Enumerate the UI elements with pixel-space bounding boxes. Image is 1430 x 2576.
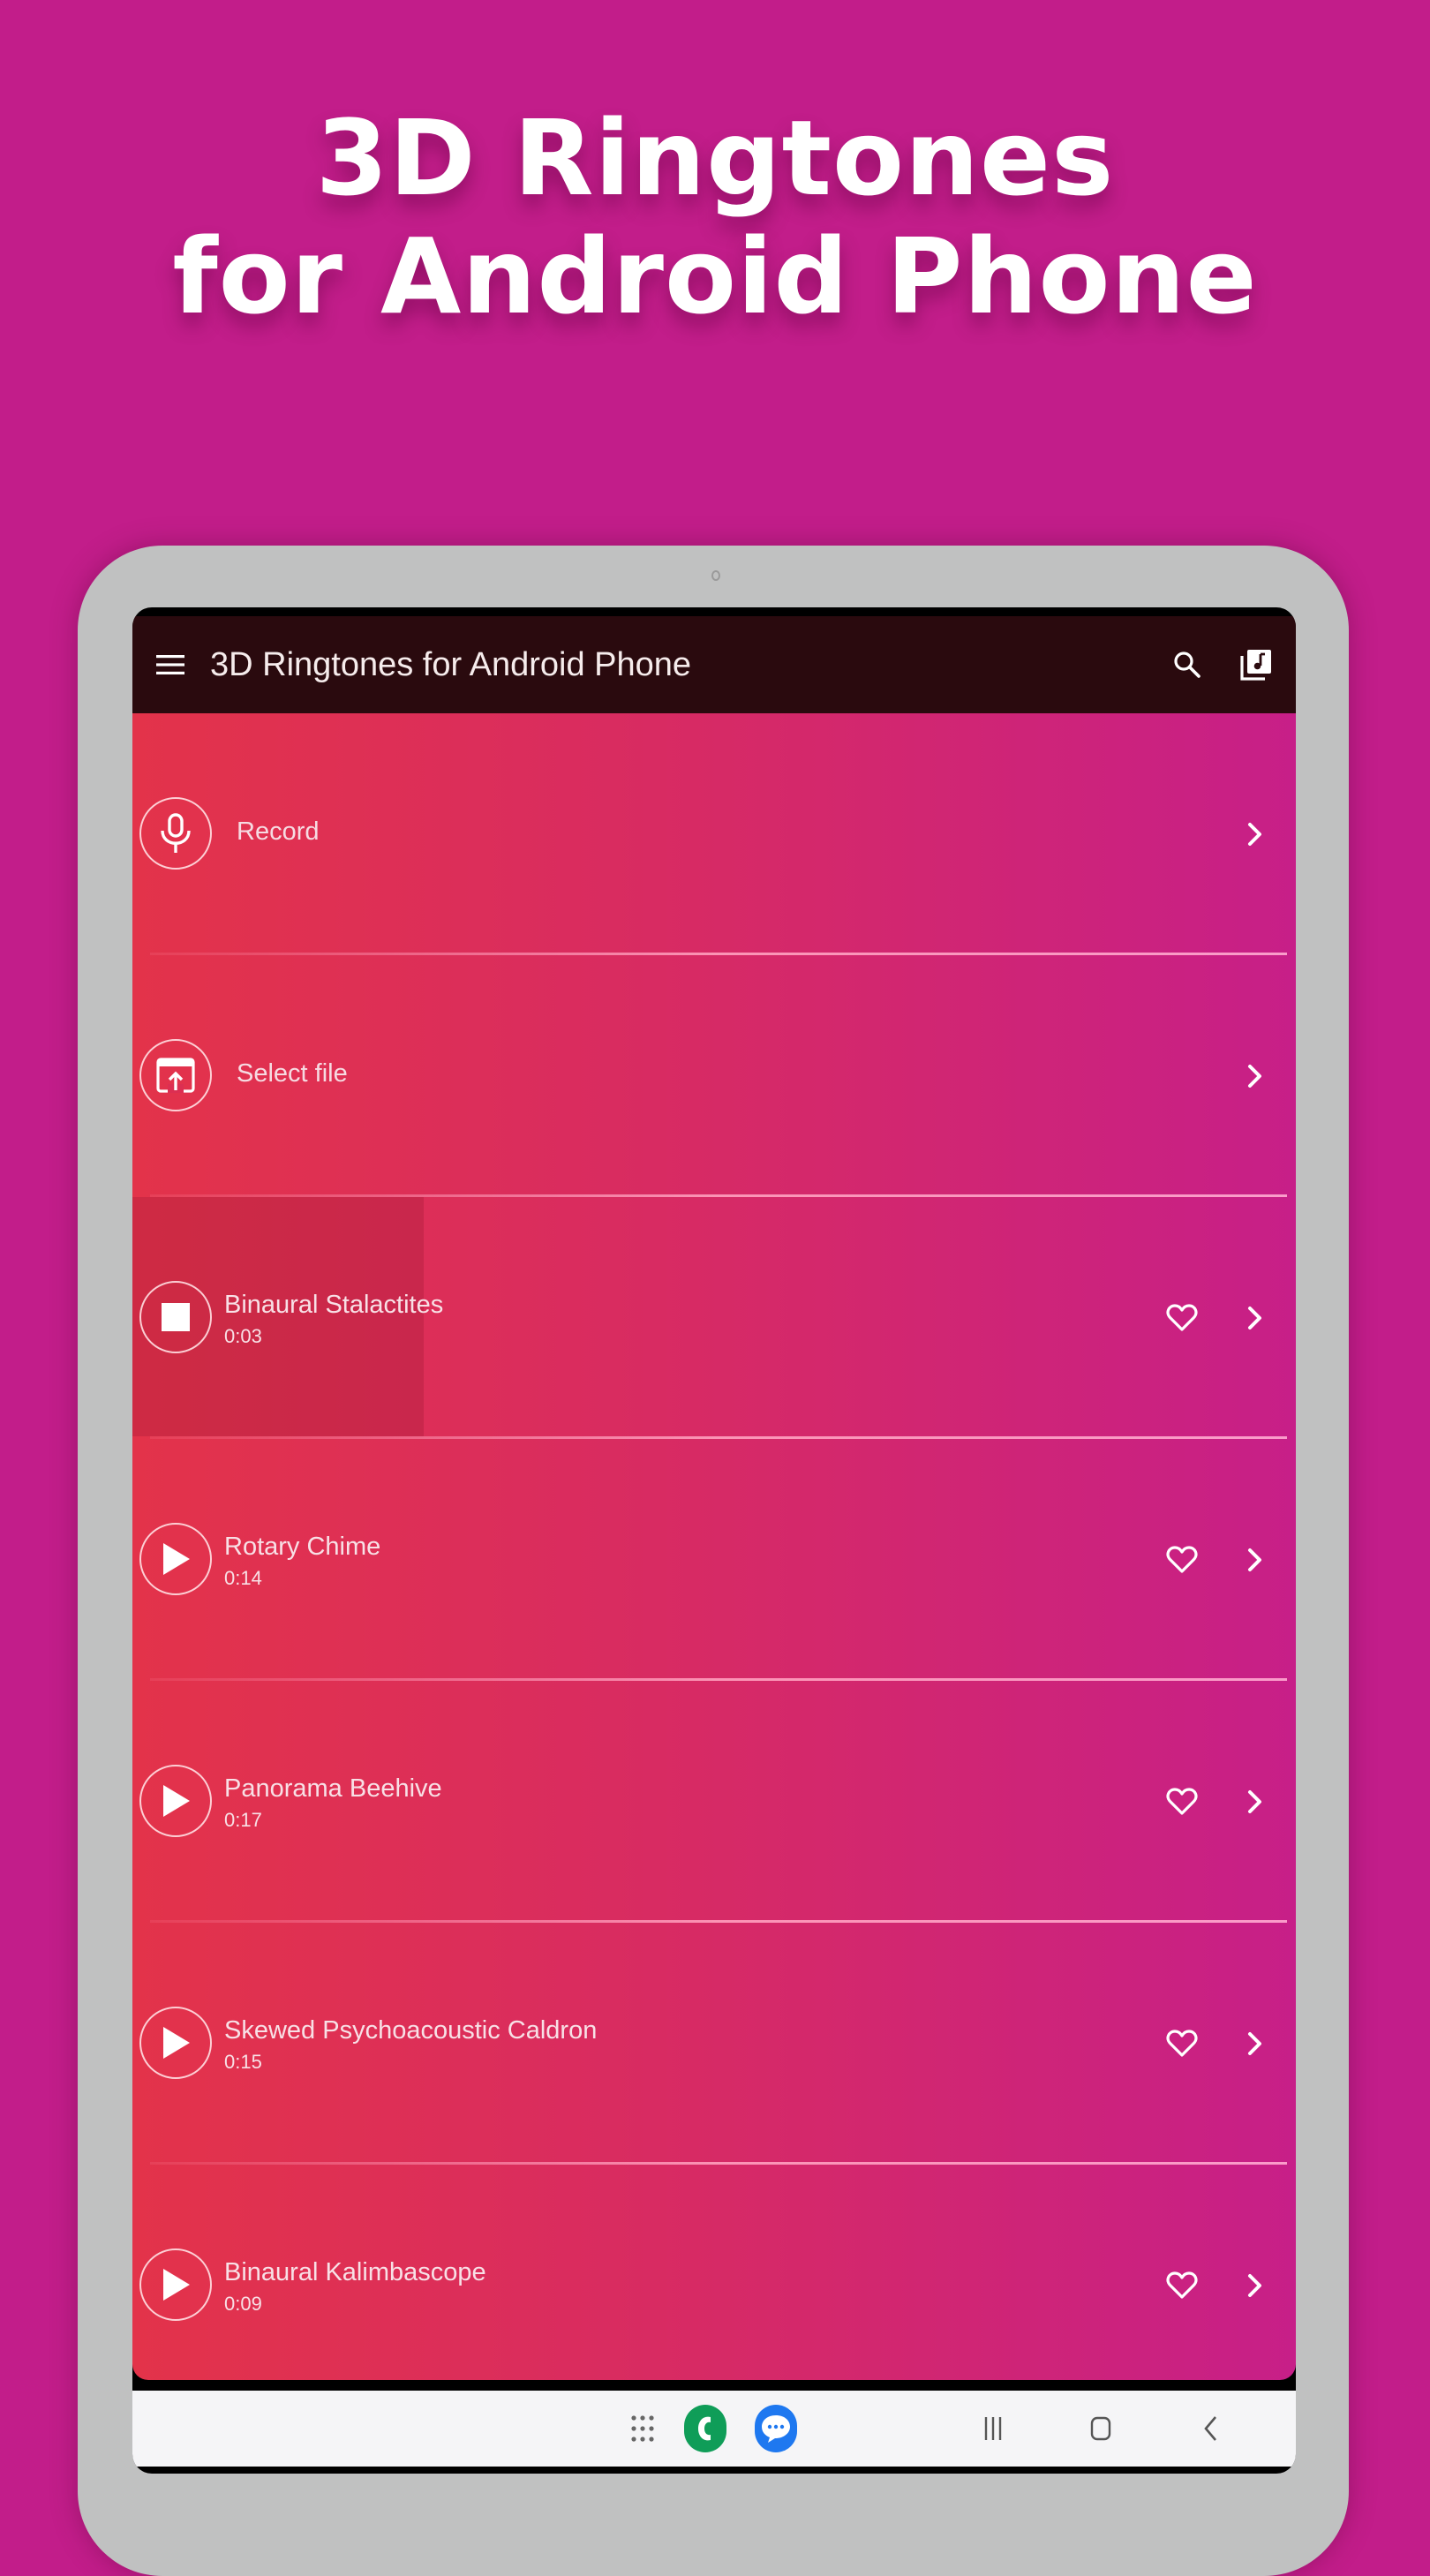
headline-line-1: 3D Ringtones (315, 97, 1115, 219)
phone-app-icon (684, 2405, 726, 2452)
song-row[interactable]: Skewed Psychoacoustic Caldron 0:15 (132, 1923, 1296, 2165)
select-file-button[interactable] (139, 1039, 212, 1111)
song-title: Binaural Stalactites (224, 1291, 444, 1319)
song-open-button[interactable] (1238, 1541, 1273, 1578)
select-file-open-button[interactable] (1238, 1058, 1273, 1095)
toolbar-title: 3D Ringtones for Android Phone (210, 646, 692, 683)
play-button[interactable] (139, 2248, 212, 2321)
record-open-button[interactable] (1238, 816, 1273, 853)
music-library-button[interactable] (1234, 643, 1278, 687)
record-row[interactable]: Record (132, 713, 1296, 955)
headline-line-2: for Android Phone (172, 215, 1258, 337)
play-icon (163, 1543, 190, 1575)
song-duration: 0:15 (224, 2051, 262, 2073)
record-button[interactable] (139, 797, 212, 870)
messages-app-icon (755, 2405, 797, 2452)
select-file-row[interactable]: Select file (132, 955, 1296, 1197)
chevron-right-icon (1248, 1548, 1261, 1571)
chevron-right-icon (1248, 2032, 1261, 2055)
song-title: Skewed Psychoacoustic Caldron (224, 2016, 598, 2045)
play-button[interactable] (139, 2007, 212, 2079)
home-button[interactable] (1079, 2407, 1123, 2451)
record-label: Record (237, 817, 320, 846)
play-icon (163, 2269, 190, 2301)
song-duration: 0:17 (224, 1809, 262, 1831)
favorite-button[interactable] (1163, 1299, 1200, 1337)
phone-app-button[interactable] (681, 2405, 729, 2452)
ringtone-list[interactable]: Record Select file Binaural Stalactites … (132, 713, 1296, 2380)
app-toolbar: 3D Ringtones for Android Phone (132, 616, 1296, 713)
favorite-button[interactable] (1163, 2025, 1200, 2062)
play-button[interactable] (139, 1523, 212, 1595)
app-drawer-icon (631, 2415, 654, 2442)
system-navigation-bar (132, 2391, 1296, 2467)
promo-headline: 3D Ringtones for Android Phone (0, 99, 1430, 335)
heart-outline-icon (1166, 1304, 1198, 1331)
recents-button[interactable] (971, 2407, 1015, 2451)
song-row[interactable]: Panorama Beehive 0:17 (132, 1681, 1296, 1923)
select-file-label: Select file (237, 1059, 348, 1088)
song-title: Binaural Kalimbascope (224, 2258, 486, 2286)
song-duration: 0:03 (224, 1325, 262, 1347)
microphone-icon (161, 813, 191, 853)
app-drawer-button[interactable] (625, 2407, 660, 2451)
heart-outline-icon (1166, 2030, 1198, 2057)
back-button[interactable] (1188, 2407, 1232, 2451)
play-icon (163, 2027, 190, 2059)
hamburger-menu-icon (156, 655, 184, 674)
menu-button[interactable] (150, 644, 191, 685)
chevron-right-icon (1248, 2274, 1261, 2297)
song-open-button[interactable] (1238, 1783, 1273, 1820)
chevron-right-icon (1248, 1307, 1261, 1329)
song-open-button[interactable] (1238, 2267, 1273, 2304)
chevron-right-icon (1248, 1065, 1261, 1088)
favorite-button[interactable] (1163, 1783, 1200, 1820)
heart-outline-icon (1166, 1788, 1198, 1815)
stop-button[interactable] (139, 1281, 212, 1353)
song-row[interactable]: Binaural Kalimbascope 0:09 (132, 2165, 1296, 2380)
recents-icon (984, 2417, 1002, 2440)
back-icon (1204, 2416, 1216, 2441)
music-library-icon (1240, 650, 1271, 681)
heart-outline-icon (1166, 2271, 1198, 2299)
file-upload-icon (156, 1058, 195, 1093)
chevron-right-icon (1248, 823, 1261, 846)
tablet-frame: 3D Ringtones for Android Phone Record Se… (78, 546, 1349, 2576)
song-open-button[interactable] (1238, 1299, 1273, 1337)
search-icon (1174, 652, 1200, 678)
song-title: Rotary Chime (224, 1533, 381, 1561)
messages-app-button[interactable] (752, 2405, 800, 2452)
stop-icon (162, 1303, 190, 1331)
song-row[interactable]: Rotary Chime 0:14 (132, 1439, 1296, 1681)
device-screen: 3D Ringtones for Android Phone Record Se… (132, 607, 1296, 2474)
favorite-button[interactable] (1163, 1541, 1200, 1578)
heart-outline-icon (1166, 1546, 1198, 1573)
song-duration: 0:09 (224, 2293, 262, 2315)
play-icon (163, 1785, 190, 1817)
search-button[interactable] (1165, 643, 1209, 687)
song-row[interactable]: Binaural Stalactites 0:03 (132, 1197, 1296, 1439)
play-button[interactable] (139, 1765, 212, 1837)
camera-icon (711, 570, 720, 581)
song-title: Panorama Beehive (224, 1774, 442, 1803)
home-icon (1090, 2416, 1111, 2441)
song-duration: 0:14 (224, 1567, 262, 1589)
song-open-button[interactable] (1238, 2025, 1273, 2062)
favorite-button[interactable] (1163, 2267, 1200, 2304)
chevron-right-icon (1248, 1790, 1261, 1813)
